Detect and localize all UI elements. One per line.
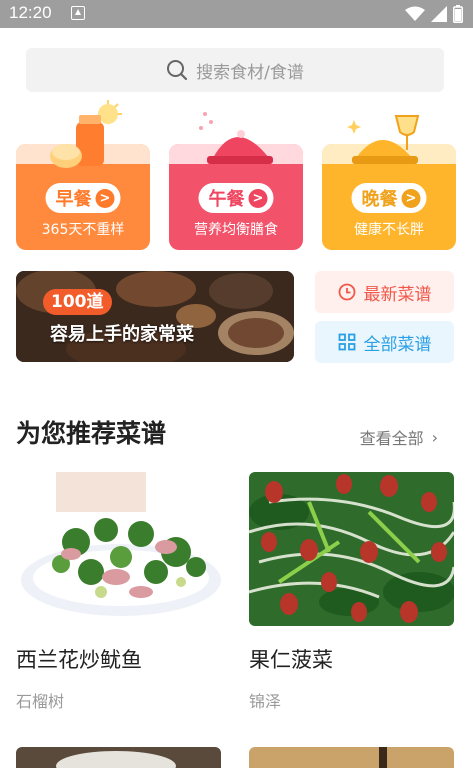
recipe-author: 锦泽 [249, 692, 282, 711]
lunch-illustration-icon [199, 112, 273, 164]
breakfast-card[interactable]: 早餐 > 365天不重样 [16, 100, 150, 250]
dinner-label: 晚餐 [361, 189, 398, 210]
recipe-image [16, 472, 221, 626]
latest-recipes-button[interactable]: 最新菜谱 [315, 271, 454, 313]
recipe-card[interactable]: 果仁菠菜 锦泽 [249, 472, 454, 712]
breakfast-label: 早餐 [55, 189, 92, 210]
recipe-image [249, 472, 454, 626]
chevron-right-icon: > [248, 188, 268, 208]
breakfast-button[interactable]: 早餐 > [45, 183, 121, 213]
all-recipes-label: 全部菜谱 [363, 334, 432, 355]
battery-icon [453, 5, 463, 23]
latest-recipes-label: 最新菜谱 [363, 284, 432, 305]
chevron-right-icon: > [401, 188, 421, 208]
view-all-link[interactable]: 查看全部 › [360, 425, 438, 449]
system-icons [405, 4, 463, 24]
chevron-right-icon: › [431, 427, 438, 447]
breakfast-illustration-icon [50, 100, 122, 168]
breakfast-subtitle: 365天不重样 [41, 222, 125, 238]
dinner-subtitle: 健康不长胖 [354, 222, 424, 238]
recipe-card[interactable]: 西兰花炒鱿鱼 石榴树 [16, 472, 221, 712]
home-cooking-banner[interactable]: 100道 容易上手的家常菜 [16, 271, 294, 362]
all-recipes-button[interactable]: 全部菜谱 [315, 321, 454, 363]
dinner-card[interactable]: 晚餐 > 健康不长胖 [322, 100, 456, 250]
recipe-name: 西兰花炒鱿鱼 [16, 648, 142, 672]
signal-icon [431, 6, 447, 22]
recipe-name: 果仁菠菜 [249, 648, 333, 672]
recipe-card-partial[interactable] [249, 747, 454, 768]
wifi-icon [405, 6, 425, 21]
lunch-button[interactable]: 午餐 > [198, 183, 274, 213]
view-all-label: 查看全部 [359, 429, 424, 448]
notification-icon [71, 6, 85, 20]
clock-icon [338, 283, 355, 301]
dinner-button[interactable]: 晚餐 > [351, 183, 427, 213]
recommend-section-title: 为您推荐菜谱 [16, 419, 167, 448]
lunch-card[interactable]: 午餐 > 营养均衡膳食 [169, 100, 303, 250]
search-icon [167, 60, 188, 81]
status-bar: 12:20 [0, 0, 473, 28]
recipe-card-partial[interactable] [16, 747, 221, 768]
dinner-illustration-icon [347, 115, 420, 164]
status-time: 12:20 [9, 3, 52, 22]
chevron-right-icon: > [95, 188, 115, 208]
lunch-subtitle: 营养均衡膳食 [194, 222, 278, 238]
banner-title: 容易上手的家常菜 [50, 324, 194, 345]
lunch-label: 午餐 [208, 189, 245, 210]
grid-icon [338, 333, 355, 351]
banner-badge: 100道 [43, 289, 112, 315]
banner-food-image [16, 271, 294, 362]
recipe-author: 石榴树 [16, 692, 65, 711]
search-placeholder: 搜索食材/食谱 [196, 62, 304, 83]
search-bar[interactable]: 搜索食材/食谱 [26, 48, 444, 92]
